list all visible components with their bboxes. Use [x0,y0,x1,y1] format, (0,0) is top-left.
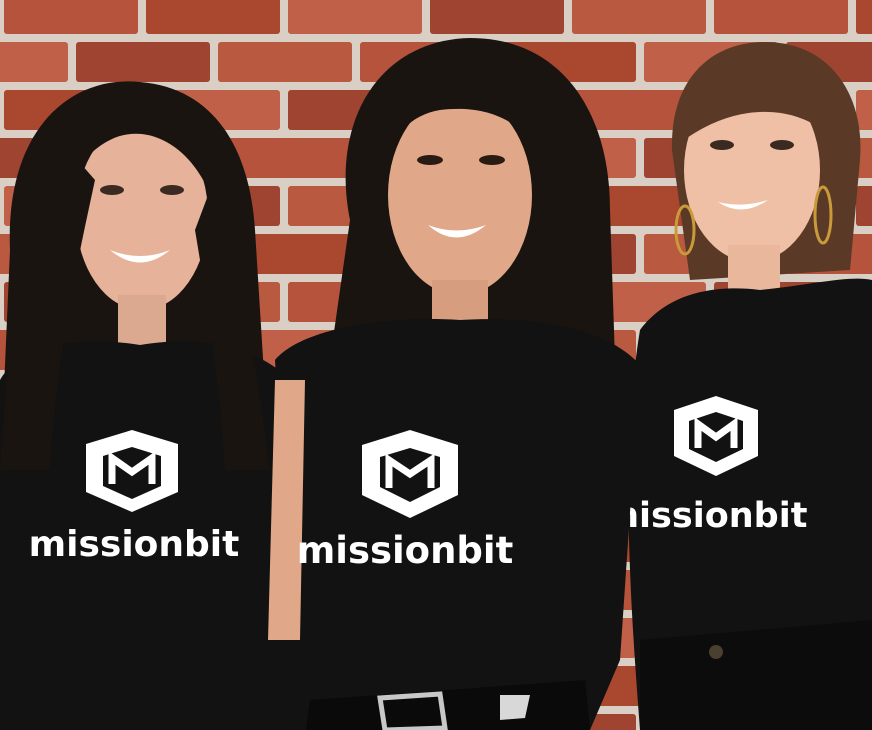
brick [572,0,706,34]
brick [0,42,68,82]
photo-scene: missionbit missionbit missionbit [0,0,872,730]
brick [714,0,848,34]
shirt-text-right: missionbit [603,496,808,536]
brick [4,0,138,34]
group-photo: missionbit missionbit missionbit [0,0,872,730]
brick [288,0,422,34]
brick [146,0,280,34]
shirt-text-center: missionbit [297,529,514,572]
brick [430,0,564,34]
brick [856,0,872,34]
brick [218,42,352,82]
shirt-text-left: missionbit [29,524,240,565]
brick [856,186,872,226]
brick [76,42,210,82]
